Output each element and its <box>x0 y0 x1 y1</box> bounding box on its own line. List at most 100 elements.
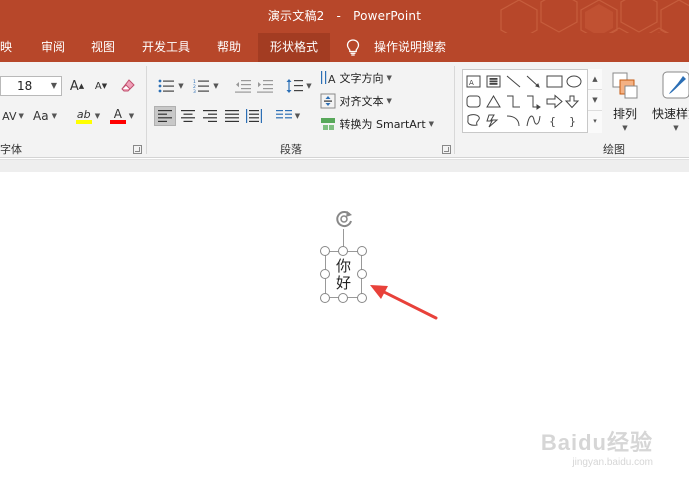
font-group-label: 字体 <box>0 143 22 156</box>
highlight-color-button[interactable]: ab ▼ <box>72 106 104 126</box>
arrange-icon <box>612 72 638 99</box>
shrink-font-icon: A <box>94 80 102 92</box>
line-spacing-icon <box>286 79 304 93</box>
chevron-down-icon: ▼ <box>50 81 57 90</box>
svg-text:A: A <box>469 79 474 87</box>
tab-developer[interactable]: 开发工具 <box>142 33 190 62</box>
slide-top-edge <box>0 160 689 172</box>
align-right-icon <box>203 110 217 122</box>
svg-text:{: { <box>549 115 556 128</box>
columns-icon <box>275 110 292 119</box>
document-name: 演示文稿2 <box>267 9 325 23</box>
convert-smartart-button[interactable]: 转换为 SmartArt ▼ <box>320 116 434 132</box>
slide-canvas[interactable]: 你 好 Baidu经验 jingyan.baidu.com <box>0 159 689 484</box>
align-left-icon <box>158 110 172 122</box>
grow-font-icon: A <box>69 78 79 94</box>
resize-handle-top-left[interactable] <box>320 246 330 256</box>
watermark-brand: Baidu经验 <box>540 430 653 455</box>
quick-styles-icon <box>662 71 689 99</box>
decrease-indent-button[interactable] <box>232 76 254 96</box>
tab-view[interactable]: 视图 <box>91 33 115 62</box>
svg-text:}: } <box>569 115 576 128</box>
line-spacing-button[interactable]: ▼ <box>284 76 314 96</box>
tab-slideshow[interactable]: 映 <box>0 33 12 62</box>
textbox-text-line1[interactable]: 你 <box>336 258 351 275</box>
gallery-more-icon[interactable]: ▾ <box>588 111 602 131</box>
title-separator: - <box>336 9 342 23</box>
align-center-button[interactable] <box>177 106 199 126</box>
resize-handle-right[interactable] <box>357 269 367 279</box>
change-case-button[interactable]: Aa ▼ <box>30 106 60 126</box>
smartart-icon <box>321 118 335 130</box>
group-divider <box>454 66 455 154</box>
scroll-down-icon[interactable]: ▼ <box>588 90 602 111</box>
font-dialog-launcher[interactable] <box>133 145 142 154</box>
title-bar: 演示文稿2 - PowerPoint <box>0 0 689 33</box>
tell-me-search[interactable]: 操作说明搜索 <box>346 33 446 62</box>
ribbon: 18 ▼ A ▲ A ▼ AV ▼ Aa ▼ ab ▼ A ▼ 字体 ▼ 1 2… <box>0 62 689 158</box>
paragraph-group-label: 段落 <box>280 143 302 156</box>
paragraph-dialog-launcher[interactable] <box>442 145 451 154</box>
distributed-icon <box>246 109 262 123</box>
align-right-button[interactable] <box>199 106 221 126</box>
tab-help[interactable]: 帮助 <box>217 33 241 62</box>
font-color-icon: A <box>113 106 122 121</box>
shrink-font-button[interactable]: A ▼ <box>90 76 112 96</box>
svg-text:A: A <box>328 73 336 86</box>
quick-styles-button[interactable]: 快速样式 ▼ <box>646 70 689 132</box>
font-color-button[interactable]: A ▼ <box>106 106 138 126</box>
decrease-indent-icon <box>235 80 251 93</box>
align-text-icon <box>320 93 336 109</box>
resize-handle-bottom[interactable] <box>338 293 348 303</box>
shapes-gallery-scroll[interactable]: ▲ ▼ ▾ <box>587 69 602 133</box>
align-center-icon <box>181 110 195 122</box>
font-size-value: 18 <box>17 79 33 93</box>
resize-handle-top-right[interactable] <box>357 246 367 256</box>
distributed-button[interactable] <box>243 106 265 126</box>
resize-handle-left[interactable] <box>320 269 330 279</box>
shapes-gallery[interactable]: A {} <box>462 69 602 133</box>
shapes-gallery-icons: A {} <box>466 75 582 128</box>
align-text-button[interactable]: 对齐文本 ▼ <box>320 93 392 109</box>
tab-shape-format[interactable]: 形状格式 <box>258 33 331 62</box>
powerpoint-window: 演示文稿2 - PowerPoint 映 审阅 视图 开发工具 帮助 形状格式 … <box>0 0 689 484</box>
highlighter-icon: ab <box>76 107 91 121</box>
tab-review[interactable]: 审阅 <box>41 33 65 62</box>
arrange-label: 排列 <box>612 107 637 121</box>
watermark-url: jingyan.baidu.com <box>572 457 653 468</box>
columns-button[interactable]: ▼ <box>272 106 304 126</box>
quick-styles-label: 快速样式 <box>651 107 689 121</box>
text-direction-icon: A <box>321 71 336 86</box>
drawing-group-label: 绘图 <box>603 143 625 156</box>
lightbulb-icon <box>346 39 360 56</box>
bullets-icon <box>158 79 175 93</box>
font-size-combobox[interactable]: 18 ▼ <box>0 76 62 96</box>
baidu-watermark: Baidu经验 jingyan.baidu.com <box>541 425 653 468</box>
bullets-button[interactable]: ▼ <box>156 76 186 96</box>
character-spacing-icon: AV <box>2 109 17 123</box>
hexagon-pattern-decoration <box>500 0 689 33</box>
textbox-text-line2[interactable]: 好 <box>336 275 351 292</box>
clear-formatting-button[interactable] <box>117 76 139 96</box>
justify-button[interactable] <box>221 106 243 126</box>
grow-font-button[interactable]: A ▲ <box>66 76 88 96</box>
group-divider <box>146 66 147 154</box>
arrange-button[interactable]: 排列 ▼ <box>608 70 642 132</box>
resize-handle-top[interactable] <box>338 246 348 256</box>
rotate-handle-icon[interactable] <box>333 208 355 230</box>
app-name: PowerPoint <box>353 9 422 23</box>
increase-indent-icon <box>257 80 273 93</box>
text-direction-button[interactable]: A 文字方向 ▼ <box>320 70 392 86</box>
convert-smartart-label: 转换为 SmartArt <box>339 118 426 131</box>
align-left-button[interactable] <box>154 106 176 126</box>
scroll-up-icon[interactable]: ▲ <box>588 69 602 90</box>
numbering-button[interactable]: 1 2 3 ▼ <box>190 76 222 96</box>
eraser-icon <box>121 79 135 92</box>
align-text-label: 对齐文本 <box>339 95 384 108</box>
increase-indent-button[interactable] <box>254 76 276 96</box>
text-direction-label: 文字方向 <box>339 72 384 85</box>
character-spacing-button[interactable]: AV ▼ <box>0 106 26 126</box>
annotation-arrow-icon <box>370 285 438 320</box>
numbering-icon: 1 2 3 <box>193 79 210 93</box>
resize-handle-bottom-left[interactable] <box>320 293 330 303</box>
